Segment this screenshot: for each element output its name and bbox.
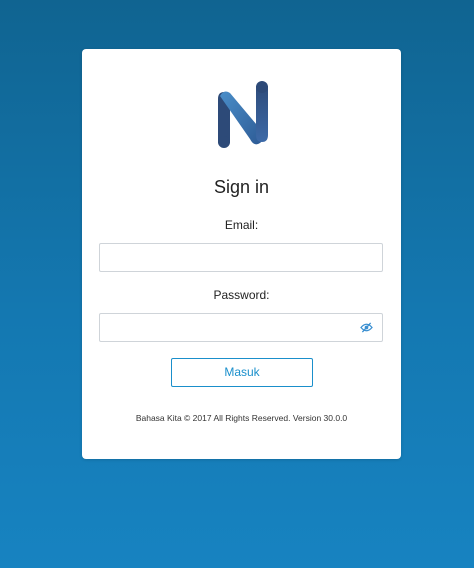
page-title: Sign in <box>213 177 270 197</box>
email-field-wrapper <box>99 243 383 272</box>
footer-copyright: Bahasa Kita © 2017 All Rights Reserved. … <box>135 413 348 423</box>
password-field-wrapper <box>99 313 383 342</box>
masuk-button[interactable]: Masuk <box>171 358 313 387</box>
email-field[interactable] <box>100 244 382 271</box>
login-card: Sign in Email: Password: Masuk Bahasa Ki… <box>82 49 401 459</box>
password-field[interactable] <box>100 314 382 341</box>
bahasa-kita-logo <box>218 81 268 148</box>
eye-slash-icon[interactable] <box>360 322 373 333</box>
password-label: Password: <box>213 288 270 302</box>
email-label: Email: <box>224 218 259 232</box>
